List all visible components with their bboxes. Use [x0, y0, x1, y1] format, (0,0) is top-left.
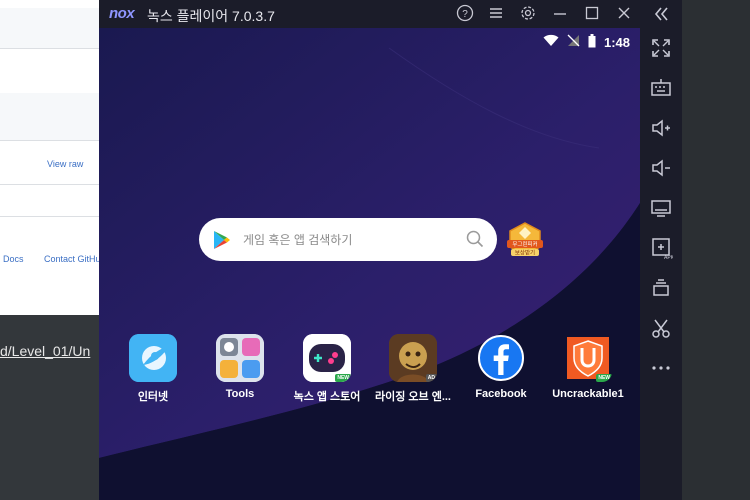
app-label: 인터넷: [137, 391, 169, 403]
game-icon: AD: [389, 334, 437, 382]
wifi-icon: [543, 34, 559, 50]
facebook-icon: [477, 334, 525, 382]
bg-row: [0, 48, 100, 94]
status-bar: 1:48: [543, 33, 630, 51]
view-raw-link[interactable]: View raw: [47, 159, 83, 169]
uncrackable-icon: NEW: [564, 334, 612, 382]
volume-down-icon[interactable]: [649, 156, 673, 180]
title-bar: nox 녹스 플레이어 7.0.3.7 ?: [99, 0, 682, 28]
app-internet[interactable]: 인터넷: [113, 334, 193, 404]
nox-player-window: nox 녹스 플레이어 7.0.3.7 ? 1:48 게임 혹은 앱 검색하기 …: [99, 0, 682, 500]
bg-row: [0, 93, 100, 141]
tools-folder-icon: [216, 334, 264, 382]
promo-line-1: 무그린피커: [512, 240, 537, 248]
scissors-icon[interactable]: [649, 316, 673, 340]
svg-text:?: ?: [462, 9, 468, 20]
battery-icon: [588, 33, 596, 51]
play-store-icon: [213, 230, 231, 255]
nox-logo: nox: [109, 5, 135, 22]
search-input[interactable]: 게임 혹은 앱 검색하기: [243, 231, 352, 248]
more-icon[interactable]: [649, 356, 673, 380]
app-nox-store[interactable]: NEW 녹스 앱 스토어: [287, 334, 367, 404]
status-time: 1:48: [603, 34, 630, 50]
background-right-panel: [682, 0, 750, 500]
wallpaper: [99, 28, 640, 500]
maximize-icon[interactable]: [582, 4, 602, 24]
bg-row: [0, 184, 100, 217]
bg-row: [0, 8, 100, 49]
collapse-sidebar-icon[interactable]: [649, 2, 673, 26]
promo-reward-badge[interactable]: 무그린피커 보상받기: [505, 221, 545, 261]
background-browser-page: View raw Docs Contact GitHub: [0, 0, 106, 315]
app-store-icon: NEW: [303, 334, 351, 382]
docs-link[interactable]: Docs: [3, 254, 24, 264]
no-signal-icon: [567, 34, 580, 50]
svg-text:APK: APK: [664, 255, 673, 260]
nox-sidebar: APK: [640, 0, 682, 500]
new-badge: NEW: [335, 374, 351, 382]
app-label: 라이징 오브 엔...: [374, 391, 451, 403]
contact-github-link[interactable]: Contact GitHub: [44, 254, 106, 264]
android-screen: 1:48 게임 혹은 앱 검색하기 무그린피커 보상받기 인터넷 Tools N…: [99, 28, 640, 500]
multi-instance-icon[interactable]: [649, 276, 673, 300]
app-label: Tools: [225, 388, 255, 400]
menu-icon[interactable]: [486, 4, 506, 24]
browser-icon: [129, 334, 177, 382]
keyboard-icon[interactable]: [649, 76, 673, 100]
window-title: 녹스 플레이어 7.0.3.7: [147, 8, 275, 24]
app-label: Facebook: [475, 388, 527, 400]
new-badge: NEW: [596, 374, 612, 382]
promo-line-2: 보상받기: [515, 249, 535, 257]
search-bar[interactable]: 게임 혹은 앱 검색하기: [199, 218, 497, 261]
help-icon[interactable]: ?: [455, 4, 475, 24]
search-icon[interactable]: [466, 230, 484, 253]
close-icon[interactable]: [614, 4, 634, 24]
app-label: 녹스 앱 스토어: [293, 391, 361, 403]
settings-icon[interactable]: [518, 4, 538, 24]
minimize-icon[interactable]: [550, 4, 570, 24]
app-uncrackable1[interactable]: NEW Uncrackable1: [548, 334, 628, 400]
fullscreen-icon[interactable]: [649, 36, 673, 60]
app-tools[interactable]: Tools: [200, 334, 280, 400]
screen-icon[interactable]: [649, 196, 673, 220]
volume-up-icon[interactable]: [649, 116, 673, 140]
app-facebook[interactable]: Facebook: [461, 334, 541, 400]
file-path-link[interactable]: d/Level_01/Un: [0, 343, 100, 359]
app-label: Uncrackable1: [552, 388, 624, 400]
ad-badge: AD: [425, 374, 437, 382]
apk-install-icon[interactable]: APK: [649, 236, 675, 261]
app-rising-game[interactable]: AD 라이징 오브 엔...: [373, 334, 453, 404]
